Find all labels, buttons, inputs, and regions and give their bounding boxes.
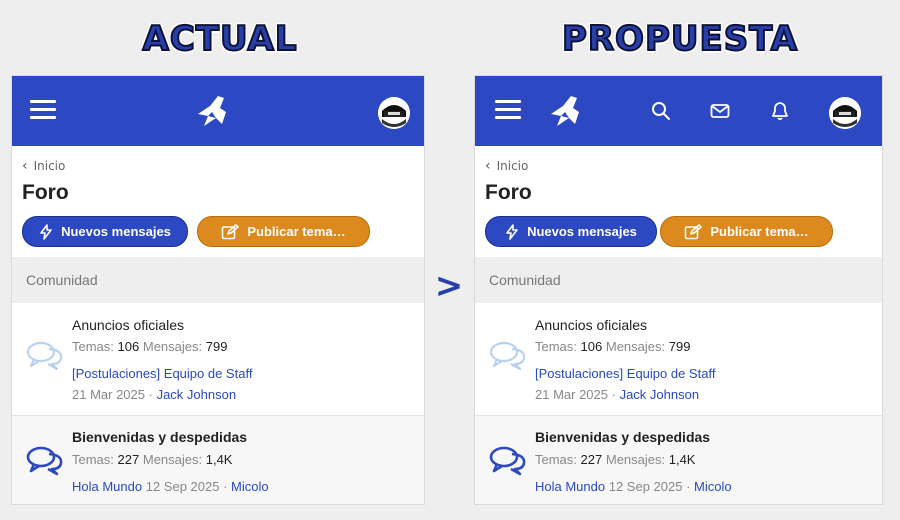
latest-thread-link[interactable]: [Postulaciones] Equipo de Staff	[72, 366, 252, 381]
latest-thread-title[interactable]: Hola Mundo	[72, 479, 142, 494]
bolt-icon	[506, 223, 518, 240]
latest-meta: 21 Mar 2025 · Jack Johnson	[72, 387, 236, 402]
page-title: Foro	[485, 181, 532, 204]
new-posts-button[interactable]: Nuevos mensajes	[22, 216, 188, 247]
category-header[interactable]: Comunidad	[475, 257, 882, 303]
breadcrumb[interactable]: ‹ Inicio	[485, 158, 528, 174]
chat-bubbles-icon	[489, 341, 526, 371]
latest-user[interactable]: Micolo	[231, 479, 269, 494]
forum-stats: Temas: 227 Mensajes: 1,4K	[72, 452, 232, 467]
threads-label: Temas:	[72, 339, 114, 354]
post-thread-label: Publicar tema…	[710, 224, 809, 239]
forum-title[interactable]: Bienvenidas y despedidas	[72, 429, 247, 445]
new-posts-label: Nuevos mensajes	[527, 224, 637, 239]
new-posts-button[interactable]: Nuevos mensajes	[485, 216, 657, 247]
latest-user[interactable]: Micolo	[694, 479, 732, 494]
messages-label: Mensajes:	[605, 452, 666, 467]
latest-thread-title[interactable]: [Postulaciones] Equipo de Staff	[72, 366, 252, 381]
edit-icon	[222, 223, 240, 239]
forum-row[interactable]: Anuncios oficiales Temas: 106 Mensajes: …	[12, 303, 424, 416]
mail-icon[interactable]	[710, 101, 730, 121]
user-avatar[interactable]	[378, 97, 410, 129]
user-avatar[interactable]	[829, 97, 861, 129]
forum-row[interactable]: Anuncios oficiales Temas: 106 Mensajes: …	[475, 303, 882, 416]
edit-icon	[685, 223, 703, 239]
chat-bubbles-icon	[26, 446, 63, 476]
threads-count: 106	[580, 339, 603, 354]
threads-count: 227	[580, 452, 603, 467]
heading-actual: ACTUAL	[142, 18, 298, 60]
latest-thread-link[interactable]: Hola Mundo 12 Sep 2025 · Micolo	[72, 479, 269, 494]
forum-title[interactable]: Anuncios oficiales	[535, 317, 647, 333]
latest-user[interactable]: Jack Johnson	[620, 387, 700, 402]
bell-icon[interactable]	[770, 101, 790, 121]
panel-propuesta: ‹ Inicio Foro Nuevos mensajes Publicar t…	[475, 76, 882, 504]
bolt-icon	[40, 223, 52, 240]
chat-bubbles-icon	[489, 446, 526, 476]
latest-thread-link[interactable]: Hola Mundo 12 Sep 2025 · Micolo	[535, 479, 732, 494]
chat-bubbles-icon	[26, 341, 63, 371]
chevron-left-icon: ‹	[485, 158, 491, 174]
latest-thread-title[interactable]: Hola Mundo	[535, 479, 605, 494]
threads-count: 227	[117, 452, 140, 467]
latest-user[interactable]: Jack Johnson	[157, 387, 237, 402]
messages-count: 1,4K	[205, 452, 233, 467]
page-title: Foro	[22, 181, 69, 204]
forum-row[interactable]: Bienvenidas y despedidas Temas: 227 Mens…	[12, 416, 424, 504]
site-logo[interactable]	[192, 90, 234, 132]
post-thread-button[interactable]: Publicar tema…	[197, 216, 370, 247]
top-navigation-bar	[475, 76, 882, 146]
hamburger-menu-icon[interactable]	[30, 100, 56, 120]
new-posts-label: Nuevos mensajes	[61, 224, 171, 239]
forum-stats: Temas: 106 Mensajes: 799	[72, 339, 227, 354]
forum-title[interactable]: Anuncios oficiales	[72, 317, 184, 333]
messages-label: Mensajes:	[142, 339, 203, 354]
breadcrumb-home[interactable]: Inicio	[34, 159, 66, 173]
latest-thread-title[interactable]: [Postulaciones] Equipo de Staff	[535, 366, 715, 381]
chevron-left-icon: ‹	[22, 158, 28, 174]
forum-stats: Temas: 227 Mensajes: 1,4K	[535, 452, 695, 467]
comparison-arrow-icon: >	[434, 266, 464, 306]
forum-title[interactable]: Bienvenidas y despedidas	[535, 429, 710, 445]
threads-label: Temas:	[535, 339, 577, 354]
forum-row[interactable]: Bienvenidas y despedidas Temas: 227 Mens…	[475, 416, 882, 504]
search-icon[interactable]	[651, 101, 671, 121]
latest-date: 21 Mar 2025 ·	[72, 387, 153, 402]
messages-label: Mensajes:	[605, 339, 666, 354]
panel-actual: ‹ Inicio Foro Nuevos mensajes Publicar t…	[12, 76, 424, 504]
category-header[interactable]: Comunidad	[12, 257, 424, 303]
latest-date: 12 Sep 2025 ·	[145, 479, 228, 494]
site-logo[interactable]	[545, 90, 587, 132]
threads-count: 106	[117, 339, 140, 354]
threads-label: Temas:	[72, 452, 114, 467]
messages-count: 799	[668, 339, 691, 354]
breadcrumb-home[interactable]: Inicio	[497, 159, 529, 173]
post-thread-button[interactable]: Publicar tema…	[660, 216, 833, 247]
post-thread-label: Publicar tema…	[247, 224, 346, 239]
top-navigation-bar	[12, 76, 424, 146]
latest-date: 21 Mar 2025 ·	[535, 387, 616, 402]
latest-meta: 21 Mar 2025 · Jack Johnson	[535, 387, 699, 402]
latest-thread-link[interactable]: [Postulaciones] Equipo de Staff	[535, 366, 715, 381]
messages-count: 1,4K	[668, 452, 696, 467]
threads-label: Temas:	[535, 452, 577, 467]
heading-propuesta: PROPUESTA	[561, 18, 799, 60]
forum-stats: Temas: 106 Mensajes: 799	[535, 339, 690, 354]
latest-date: 12 Sep 2025 ·	[608, 479, 691, 494]
messages-label: Mensajes:	[142, 452, 203, 467]
hamburger-menu-icon[interactable]	[495, 100, 521, 120]
breadcrumb[interactable]: ‹ Inicio	[22, 158, 65, 174]
messages-count: 799	[205, 339, 228, 354]
